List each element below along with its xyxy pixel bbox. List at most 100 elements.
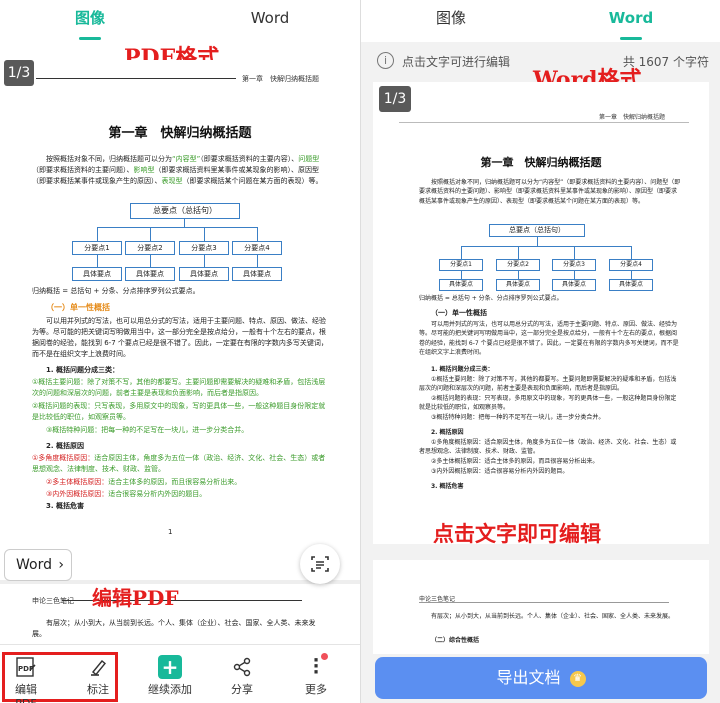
item-head: 概括特种问题： bbox=[52, 426, 102, 434]
tab-image[interactable]: 图像 bbox=[0, 0, 180, 42]
text-scan-button[interactable] bbox=[300, 544, 340, 584]
sub1-item-3[interactable]: ③概括特种问题：把每一种的不足写在一块儿，进一步分类合并。 bbox=[419, 413, 681, 422]
word-page-2[interactable]: 申论三色笔记 有层次；从小到大，从当前到长远。个人、集体（企业）、社会、国家、全… bbox=[373, 560, 709, 654]
sub2-item-2[interactable]: ②多主体概括原因：适合主体多的原因，而且很容易分析出来。 bbox=[419, 457, 681, 466]
intro-paragraph: 按照概括对象不同，归纳概括题可以分为“内容型”（即要求概括资料的主要内容）、问题… bbox=[32, 154, 332, 187]
sub2-item-1: ①多角度概括原因：适合原因主体，角度多为五位一体（政治、经济、文化、社会、生态）… bbox=[32, 453, 332, 475]
annotate-button[interactable]: 标注 bbox=[78, 653, 118, 697]
sub2-item-3: ③内外因概括原因：适合很容易分析内外因的题目。 bbox=[46, 489, 332, 500]
notification-dot bbox=[321, 653, 328, 660]
tree-root: 总要点（总括句） bbox=[489, 224, 585, 237]
intro-paragraph[interactable]: 按照概括对象不同，归纳概括题可以分为“内容型”（即要求概括资料的主要内容）、问题… bbox=[419, 178, 681, 206]
item-text: 适合主体多的原因，而且很容易分析出来。 bbox=[108, 478, 242, 486]
intro-problem-type: 问题型 bbox=[298, 155, 320, 163]
view-tabs: 图像 Word bbox=[0, 0, 360, 42]
page2-text[interactable]: 有层次；从小到大，从当前到长远。个人、集体（企业）、社会、国家、全人类、未来发展… bbox=[419, 612, 681, 621]
intro-text-2: （即要求概括资料的主要内容）、 bbox=[200, 155, 299, 163]
word-view-panel: 图像 Word i 点击文字可进行编辑 共 1607 个字符 Word格式 1/… bbox=[360, 0, 720, 703]
tree-mid-1: 分要点1 bbox=[439, 259, 483, 271]
sub-heading-3: 3. 概括危害 bbox=[46, 502, 84, 510]
header-rule bbox=[419, 602, 669, 603]
bottom-toolbar: PDF 编辑PDF 标注 + 继续添加 分享 ··· bbox=[0, 644, 360, 703]
more-button[interactable]: · · · 更多 bbox=[298, 652, 334, 697]
tree-line bbox=[461, 246, 462, 259]
page2-text: 有层次；从小到大，从当前到长远。个人、集体（企业）、社会、国家、全人类、未来发展… bbox=[32, 619, 316, 638]
tree-line bbox=[631, 271, 632, 279]
sub-heading-1[interactable]: 1. 概括问题分成三类： bbox=[431, 365, 494, 374]
edit-pdf-button[interactable]: PDF 编辑PDF bbox=[6, 653, 46, 703]
switch-to-word-button[interactable]: Word › bbox=[4, 549, 72, 581]
add-more-label: 继续添加 bbox=[148, 683, 192, 696]
info-text: 点击文字可进行编辑 bbox=[402, 55, 511, 69]
tab-word[interactable]: Word bbox=[541, 0, 720, 42]
tree-line bbox=[574, 246, 575, 259]
image-view-panel: 图像 Word PDF格式 1/3 第一章 快解归纳概括题 第一章 快解归纳概括… bbox=[0, 0, 360, 703]
export-label: 导出文档 bbox=[496, 668, 561, 687]
doc-title: 第一章 快解归纳概括题 bbox=[108, 126, 252, 141]
item-head: 概括主要问题： bbox=[38, 378, 88, 386]
pdf-page-1[interactable]: 1/3 第一章 快解归纳概括题 第一章 快解归纳概括题 按照概括对象不同，归纳概… bbox=[0, 60, 360, 554]
tree-leaf-2: 具体要点 bbox=[125, 267, 175, 281]
sub1-item-3: ③概括特种问题：把每一种的不足写在一块儿，进一步分类合并。 bbox=[46, 425, 332, 436]
tree-leaf-1: 具体要点 bbox=[439, 279, 483, 291]
item-head: 多主体概括原因： bbox=[52, 478, 109, 486]
pdf-page-2[interactable]: 申论三色笔记 有层次；从小到大，从当前到长远。个人、集体（企业）、社会、国家、全… bbox=[0, 580, 360, 644]
sub1-item-1[interactable]: ①概括主要问题：除了对策不写，其他的都要写。主要问题即需要解决的疑难和矛盾，包括… bbox=[419, 375, 681, 394]
tree-mid-3: 分要点3 bbox=[552, 259, 596, 271]
sub1-item-2[interactable]: ②概括问题的表现：只写表现，多用原文中的现象，写的更具体一些，一般这种题目身份限… bbox=[419, 394, 681, 413]
item-head: 内外因概括原因： bbox=[52, 490, 109, 498]
tab-image[interactable]: 图像 bbox=[361, 0, 541, 42]
tree-root: 总要点（总括句） bbox=[130, 203, 240, 219]
pdf-edit-icon: PDF bbox=[6, 653, 46, 681]
tree-line bbox=[537, 237, 538, 246]
item-text: 适合很容易分析内外因的题目。 bbox=[108, 490, 207, 498]
tree-line bbox=[150, 227, 151, 241]
tree-mid-2: 分要点2 bbox=[125, 241, 175, 255]
chevron-right-icon: › bbox=[58, 557, 64, 573]
tree-line bbox=[204, 227, 205, 241]
tree-leaf-3: 具体要点 bbox=[179, 267, 229, 281]
sub-heading-2[interactable]: 2. 概括原因 bbox=[431, 428, 464, 437]
tree-mid-4: 分要点4 bbox=[232, 241, 282, 255]
annotation-edit-pdf: 编辑PDF bbox=[92, 586, 179, 610]
sub2-item-3[interactable]: ③内外因概括原因：适合很容易分析内外因的题目。 bbox=[419, 467, 681, 476]
crown-icon: ♛ bbox=[569, 670, 586, 687]
sub-heading-2: 2. 概括原因 bbox=[46, 442, 84, 450]
share-button[interactable]: 分享 bbox=[224, 653, 260, 697]
sub-heading-3[interactable]: 3. 概括危害 bbox=[431, 482, 464, 491]
scan-text-icon bbox=[311, 556, 329, 572]
sub2-item-1[interactable]: ①多角度概括原因：适合原因主体，角度多为五位一体（政治、经济、文化、社会、生态）… bbox=[419, 438, 681, 457]
section-single-summary: （一）单一性概括 bbox=[46, 303, 110, 312]
tree-leaf-4: 具体要点 bbox=[609, 279, 653, 291]
info-icon: i bbox=[377, 52, 394, 69]
page-indicator: 1/3 bbox=[4, 60, 34, 86]
section-single-summary[interactable]: （一）单一性概括 bbox=[431, 308, 487, 319]
word-pill-label: Word bbox=[16, 557, 52, 573]
page-indicator: 1/3 bbox=[379, 86, 411, 112]
item-head: 概括问题的表现： bbox=[38, 402, 95, 410]
section-1-text: 可以用并列式的写法，也可以用总分式的写法，适用于主要问题、特点、原因、做法、经验… bbox=[32, 317, 328, 358]
add-more-button[interactable]: + 继续添加 bbox=[142, 653, 198, 697]
intro-text-3: （即要求概括资料的主要问题）、 bbox=[32, 165, 134, 174]
plus-icon: + bbox=[142, 653, 198, 681]
intro-text-1: 按照概括对象不同，归纳概括题可以分为 bbox=[46, 155, 172, 163]
page2-section[interactable]: （二）综合性概括 bbox=[431, 636, 479, 645]
section-1-text[interactable]: 可以用并列式的写法，也可以用总分式的写法，适用于主要问题、特点、原因、做法、经验… bbox=[419, 320, 681, 357]
more-label: 更多 bbox=[305, 683, 327, 696]
tab-word[interactable]: Word bbox=[180, 0, 360, 42]
tree-mid-4: 分要点4 bbox=[609, 259, 653, 271]
tree-line bbox=[257, 255, 258, 267]
item-head: 多角度概括原因： bbox=[38, 454, 95, 462]
doc-title: 第一章 快解归纳概括题 bbox=[480, 156, 602, 169]
tree-leaf-1: 具体要点 bbox=[72, 267, 122, 281]
word-page-1[interactable]: 1/3 第一章 快解归纳概括题 第一章 快解归纳概括题 按照概括对象不同，归纳概… bbox=[373, 82, 709, 544]
page-header: 第一章 快解归纳概括题 bbox=[242, 75, 319, 83]
export-document-button[interactable]: 导出文档 ♛ bbox=[375, 657, 707, 699]
formula-line[interactable]: 归纳概括 = 总括句 + 分条、分点排序罗列公式要点。 bbox=[419, 294, 681, 303]
tree-line bbox=[518, 271, 519, 279]
header-rule bbox=[36, 78, 236, 79]
tree-mid-3: 分要点3 bbox=[179, 241, 229, 255]
tree-line bbox=[257, 227, 258, 241]
sub1-item-2: ②概括问题的表现：只写表现，多用原文中的现象，写的更具体一些，一般这种题目身份限… bbox=[32, 401, 332, 423]
annotate-label: 标注 bbox=[87, 683, 109, 696]
